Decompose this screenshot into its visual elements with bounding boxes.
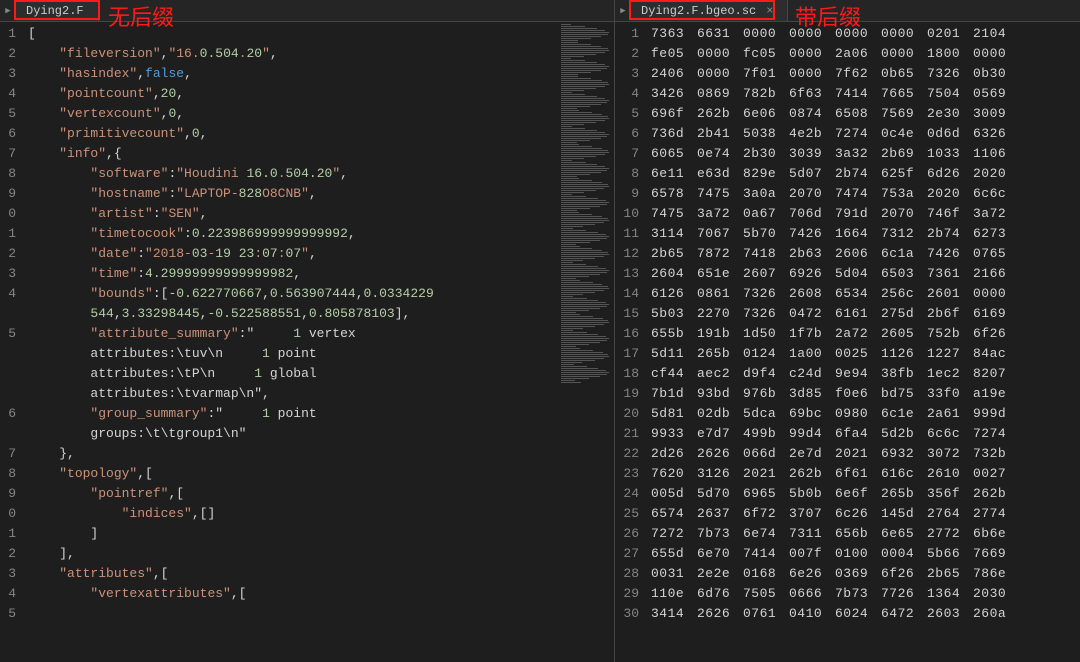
right-code-area[interactable]: 73636631000000000000000002012104fe050000…: [645, 22, 1080, 662]
left-tab-title: Dying2.F: [26, 4, 84, 18]
left-gutter: 12345678901234 5 6 789012345: [0, 22, 22, 662]
code-line: "artist":"SEN",: [28, 204, 553, 224]
hex-row: 736d2b4150384e2b72740c4e0d6d6326: [651, 124, 1074, 144]
code-line: "hasindex",false,: [28, 64, 553, 84]
hex-row: 34260869782b6f637414766575040569: [651, 84, 1074, 104]
left-tab[interactable]: Dying2.F: [16, 0, 99, 21]
hex-row: 005d5d7069655b0b6e6f265b356f262b: [651, 484, 1074, 504]
hex-row: 5d11265b01241a0000251126122784ac: [651, 344, 1074, 364]
code-line: "group_summary":" 1 point: [28, 404, 553, 424]
hex-row: 3414262607610410602464722603260a: [651, 604, 1074, 624]
hex-row: 762031262021262b6f61616c26100027: [651, 464, 1074, 484]
right-editor[interactable]: 1234567891011121314151617181920212223242…: [615, 22, 1080, 662]
code-line: "software":"Houdini 16.0.504.20",: [28, 164, 553, 184]
code-line: attributes:\tvarmap\n",: [28, 384, 553, 404]
left-editor[interactable]: 12345678901234 5 6 789012345 [ "filevers…: [0, 22, 614, 662]
hex-row: 2604651e260769265d04650373612166: [651, 264, 1074, 284]
hex-row: cf44aec2d9f4c24d9e9438fb1ec28207: [651, 364, 1074, 384]
right-tabbar: ▶ Dying2.F.bgeo.sc ×: [615, 0, 1080, 22]
right-gutter: 1234567891011121314151617181920212223242…: [615, 22, 645, 662]
code-line: "bounds":[-0.622770667,0.563907444,0.033…: [28, 284, 553, 304]
tab-arrow-icon[interactable]: ▶: [0, 0, 16, 21]
hex-row: 6e11e63d829e5d072b74625f6d262020: [651, 164, 1074, 184]
hex-row: 2d262626066d2e7d202169323072732b: [651, 444, 1074, 464]
hex-row: 7b1d93bd976b3d85f0e6bd7533f0a19e: [651, 384, 1074, 404]
left-minimap[interactable]: [559, 22, 614, 662]
code-line: "vertexattributes",[: [28, 584, 553, 604]
code-line: "attribute_summary":" 1 vertex: [28, 324, 553, 344]
hex-row: 657426376f7237076c26145d27642774: [651, 504, 1074, 524]
hex-row: 9933e7d7499b99d46fa45d2b6c6c7274: [651, 424, 1074, 444]
hex-row: 696f262b6e060874650875692e303009: [651, 104, 1074, 124]
code-line: "primitivecount",0,: [28, 124, 553, 144]
right-tab[interactable]: Dying2.F.bgeo.sc ×: [631, 0, 788, 21]
code-line: "date":"2018-03-19 23:07:07",: [28, 244, 553, 264]
code-line: groups:\t\tgroup1\n": [28, 424, 553, 444]
hex-row: 73636631000000000000000002012104: [651, 24, 1074, 44]
hex-row: 655b191b1d501f7b2a722605752b6f26: [651, 324, 1074, 344]
hex-row: 655d6e707414007f010000045b667669: [651, 544, 1074, 564]
code-line: "fileversion","16.0.504.20",: [28, 44, 553, 64]
code-line: 544,3.33298445,-0.522588551,0.805878103]…: [28, 304, 553, 324]
code-line: "vertexcount",0,: [28, 104, 553, 124]
hex-row: 5b032270732604726161275d2b6f6169: [651, 304, 1074, 324]
code-line: "time":4.29999999999999982,: [28, 264, 553, 284]
code-line: "timetocook":0.223986999999999992,: [28, 224, 553, 244]
code-line: ]: [28, 524, 553, 544]
hex-row: 657874753a0a20707474753a20206c6c: [651, 184, 1074, 204]
close-icon[interactable]: ×: [766, 4, 773, 18]
hex-row: 311470675b707426166473122b746273: [651, 224, 1074, 244]
code-line: "pointref",[: [28, 484, 553, 504]
code-line: attributes:\tuv\n 1 point: [28, 344, 553, 364]
code-line: "pointcount",20,: [28, 84, 553, 104]
hex-row: 00312e2e01686e2603696f262b65786e: [651, 564, 1074, 584]
left-code-area[interactable]: [ "fileversion","16.0.504.20", "hasindex…: [22, 22, 559, 662]
code-line: attributes:\tP\n 1 global: [28, 364, 553, 384]
hex-row: 240600007f0100007f620b6573260b30: [651, 64, 1074, 84]
code-line: ],: [28, 544, 553, 564]
right-tab-title: Dying2.F.bgeo.sc: [641, 4, 756, 18]
hex-row: 60650e742b3030393a322b6910331106: [651, 144, 1074, 164]
code-line: "hostname":"LAPTOP-828O8CNB",: [28, 184, 553, 204]
code-line: },: [28, 444, 553, 464]
left-tabbar: ▶ Dying2.F: [0, 0, 614, 22]
tab-arrow-icon[interactable]: ▶: [615, 0, 631, 21]
hex-row: fe050000fc0500002a06000018000000: [651, 44, 1074, 64]
code-line: "attributes",[: [28, 564, 553, 584]
hex-row: 110e6d76750506667b73772613642030: [651, 584, 1074, 604]
hex-row: 2b65787274182b6326066c1a74260765: [651, 244, 1074, 264]
hex-row: 61260861732626086534256c26010000: [651, 284, 1074, 304]
hex-row: 5d8102db5dca69bc09806c1e2a61999d: [651, 404, 1074, 424]
code-line: "topology",[: [28, 464, 553, 484]
hex-row: 72727b736e747311656b6e6527726b6e: [651, 524, 1074, 544]
code-line: [: [28, 24, 553, 44]
hex-row: 74753a720a67706d791d2070746f3a72: [651, 204, 1074, 224]
code-line: "info",{: [28, 144, 553, 164]
code-line: "indices",[]: [28, 504, 553, 524]
